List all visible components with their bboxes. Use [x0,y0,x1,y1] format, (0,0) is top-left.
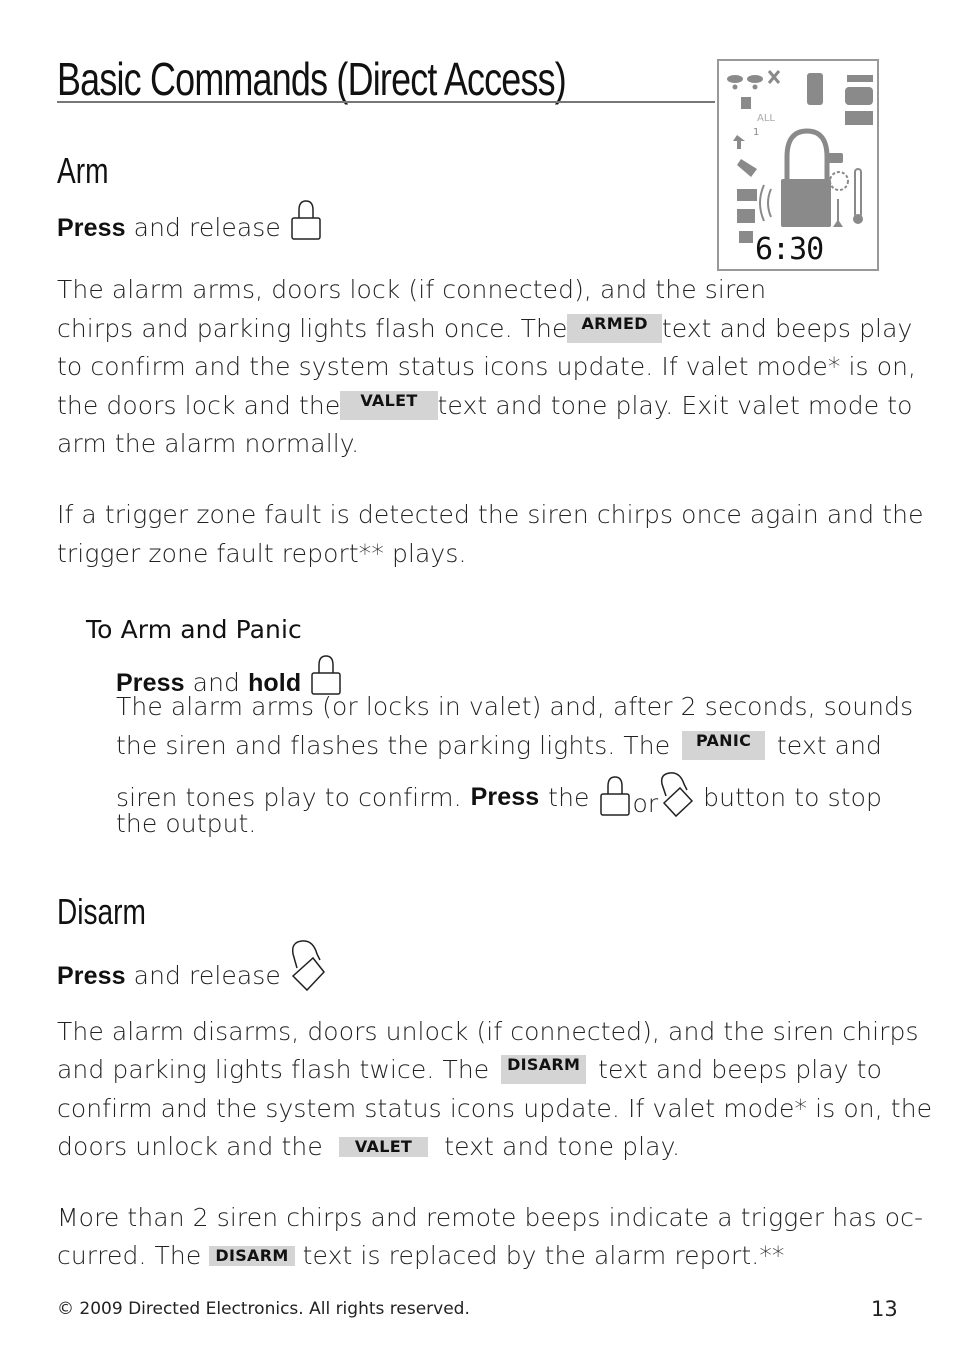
text-span: the siren and flashes the parking lights… [116,731,671,760]
text-span: curred. The [57,1241,202,1270]
all-label: ALL [757,113,775,124]
text-span: text and tone play. Exit valet mode to [437,391,913,420]
valet-badge: VALET [340,391,438,420]
button-choice: or [598,770,694,824]
lcd-time: 6:30 [755,232,823,267]
car-front-icon [825,153,843,163]
unlock-button-icon[interactable] [289,938,325,1000]
text-span: the doors lock and the [57,391,341,420]
arm-para1-line2: chirps and parking lights flash once. Th… [57,314,912,343]
action-label: and release [133,213,281,242]
press-label: Press [57,962,126,990]
panic-line2: the siren and flashes the parking lights… [116,731,882,760]
lock-button-icon[interactable] [598,774,632,824]
padlock-body-icon [781,179,831,227]
page-number: 13 [871,1297,898,1321]
car-trunk-icon [845,87,873,105]
speaker-icon [741,97,751,109]
text-span: chirps and parking lights flash once. Th… [57,314,568,343]
title-underline [57,101,715,103]
or-label: or [632,789,659,818]
arm-instruction: Press and release [57,198,323,248]
page-title: Basic Commands (Direct Access) [57,53,567,105]
text-span: text and tone play. [444,1132,680,1161]
panic-line4: the output. [116,809,257,838]
one-label: 1 [753,127,759,138]
disarm-badge: DISARM [501,1055,587,1084]
disarm-instruction: Press and release [57,938,325,1000]
text-span: the [548,782,590,812]
panic-heading: To Arm and Panic [86,615,302,644]
text-span: text is replaced by the alarm report.** [302,1241,785,1270]
disarm-para1-line4: doors unlock and the VALET text and tone… [57,1132,680,1161]
action-label: and release [133,961,281,990]
text-span: doors unlock and the [57,1132,323,1161]
antenna-icon [727,75,743,90]
trunk-icon [739,231,753,243]
hammer-icon [737,159,757,177]
no-signal-icon [767,70,781,84]
press-label: Press [57,214,126,242]
sound-waves-icon [759,184,772,222]
copyright-footer: © 2009 Directed Electronics. All rights … [57,1299,470,1319]
disarm-para2-line2: curred. The DISARM text is replaced by t… [57,1241,785,1270]
unlock-button-icon[interactable] [658,770,694,824]
arm-para1-line1: The alarm arms, doors lock (if connected… [57,275,767,304]
arm-para1-line4: the doors lock and the VALET text and to… [57,391,912,420]
timer-icon [829,171,849,191]
disarm-para1-line3: confirm and the system status icons upda… [57,1094,933,1123]
panic-badge: PANIC [681,731,766,760]
disarm-badge: DISARM [209,1246,295,1266]
text-span: siren tones play to confirm. [116,782,462,812]
valet-badge: VALET [338,1137,429,1157]
disarm-para2-line1: More than 2 siren chirps and remote beep… [57,1203,924,1232]
battery-icon [847,75,873,82]
press-label: Press [470,782,540,811]
remote-lcd-display: ALL 1 6:30 [717,59,879,271]
shock-sensor-icon [807,73,823,105]
thermometer-icon [854,168,862,218]
antenna-icon-2 [747,75,763,90]
arm-para2-line2: trigger zone fault report** plays. [57,539,467,568]
disarm-para1-line2: and parking lights flash twice. The DISA… [57,1055,882,1084]
disarm-heading: Disarm [57,891,146,932]
arm-heading: Arm [57,150,109,191]
text-span: text and [776,731,882,760]
arm-para2-line1: If a trigger zone fault is detected the … [57,500,924,529]
text-span: text and beeps play to [598,1055,882,1084]
disarm-para1-line1: The alarm disarms, doors unlock (if conn… [57,1017,919,1046]
up-arrow-icon [733,135,745,149]
text-span: and parking lights flash twice. The [57,1055,490,1084]
tach-icon [833,199,843,227]
arm-para1-line3: to confirm and the system status icons u… [57,352,917,381]
car-door-icon [737,189,757,201]
lcd-icons: ALL 1 6:30 [727,70,873,267]
car-hood-icon [737,209,755,223]
lock-button-icon[interactable] [289,198,323,248]
garage-icon [845,111,873,125]
text-span: button to stop [703,782,882,812]
armed-badge: ARMED [567,314,662,343]
padlock-shackle-icon [784,128,830,179]
panic-line1: The alarm arms (or locks in valet) and, … [116,692,914,721]
arm-para1-line5: arm the alarm normally. [57,429,360,458]
text-span: text and beeps play [661,314,913,343]
